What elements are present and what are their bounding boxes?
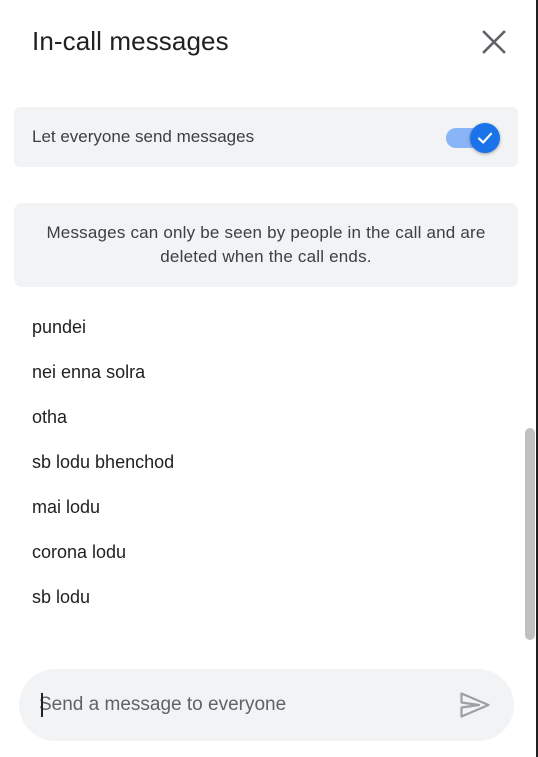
panel-title: In-call messages [32,26,229,56]
message-item: pundei [32,317,87,337]
privacy-notice-text: Messages can only be seen by people in t… [46,223,486,266]
checkmark-icon [477,132,493,144]
close-icon [482,30,506,54]
in-call-messages-panel: In-call messages Let everyone send messa… [0,0,538,757]
text-cursor [41,693,43,717]
message-item: nei enna solra [32,362,146,382]
privacy-notice: Messages can only be seen by people in t… [14,203,518,287]
scrollbar-track [523,0,536,757]
close-button[interactable] [474,22,514,62]
message-item: mai lodu [32,497,101,517]
send-permission-label: Let everyone send messages [32,127,255,146]
message-item: corona lodu [32,542,127,562]
send-button[interactable] [455,687,495,723]
panel-header: In-call messages [0,0,536,84]
send-icon [460,692,490,718]
message-item: sb lodu bhenchod [32,452,175,472]
send-permission-setting: Let everyone send messages [14,107,518,167]
scrollbar-thumb[interactable] [525,428,535,640]
send-permission-toggle[interactable] [446,123,502,153]
message-list: pundei nei enna solra otha sb lodu bhenc… [0,305,520,645]
message-item: sb lodu [32,587,91,607]
message-item: otha [32,407,68,427]
toggle-thumb [470,123,500,153]
message-composer [19,669,514,741]
message-input[interactable] [39,689,439,721]
